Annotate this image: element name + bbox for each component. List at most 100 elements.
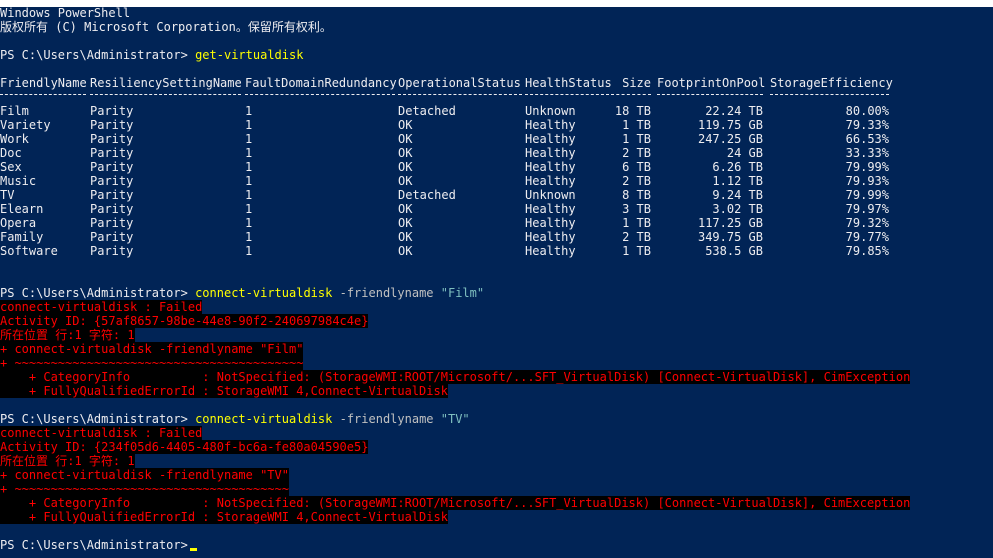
error-line: 所在位置 行:1 字符: 1 <box>0 454 135 468</box>
column-underline <box>611 94 651 96</box>
table-cell: 1 <box>245 132 253 146</box>
powershell-window[interactable]: Windows PowerShell 版权所有 (C) Microsoft Co… <box>0 0 993 558</box>
table-cell: 2 TB <box>622 146 651 160</box>
table-cell: 6 TB <box>622 160 651 174</box>
table-cell: Parity <box>90 174 134 188</box>
column-underline <box>770 94 889 96</box>
column-underline <box>90 94 241 96</box>
table-cell: 6.26 TB <box>712 160 763 174</box>
table-cell: Parity <box>90 118 134 132</box>
table-cell: 1 TB <box>622 244 651 258</box>
table-cell: 1 <box>245 160 253 174</box>
table-cell: OK <box>398 244 413 258</box>
table-cell: 79.99% <box>845 160 889 174</box>
column-header: StorageEfficiency <box>770 76 893 90</box>
error-line: 所在位置 行:1 字符: 1 <box>0 328 135 342</box>
table-cell: Healthy <box>525 146 576 160</box>
table-cell: 18 TB <box>614 104 651 118</box>
banner-title: Windows PowerShell <box>0 6 131 20</box>
error-line: + ~~~~~~~~~~~~~~~~~~~~~~~~~~~~~~~~~~~~~~… <box>0 356 304 370</box>
table-cell: Family <box>0 230 44 244</box>
table-cell: Opera <box>0 216 37 230</box>
table-cell: 349.75 GB <box>697 230 763 244</box>
command-text: connect-virtualdisk <box>195 412 333 426</box>
column-underline <box>398 94 522 96</box>
column-header: FootprintOnPool <box>657 76 766 90</box>
column-header: ResiliencySettingName <box>90 76 242 90</box>
table-cell: Parity <box>90 188 134 202</box>
table-cell: OK <box>398 174 413 188</box>
table-cell: Detached <box>398 104 456 118</box>
table-cell: Healthy <box>525 118 576 132</box>
table-cell: 117.25 GB <box>697 216 763 230</box>
table-cell: OK <box>398 132 413 146</box>
table-cell: Healthy <box>525 132 576 146</box>
table-cell: 1.12 TB <box>712 174 763 188</box>
command-text: connect-virtualdisk <box>195 286 333 300</box>
table-cell: OK <box>398 160 413 174</box>
table-cell: 2 TB <box>622 174 651 188</box>
window-titlebar[interactable] <box>0 0 993 7</box>
table-cell: 1 <box>245 216 253 230</box>
banner-copyright: 版权所有 (C) Microsoft Corporation。保留所有权利。 <box>0 20 332 34</box>
table-cell: 33.33% <box>845 146 889 160</box>
column-underline <box>525 94 609 96</box>
table-cell: 1 <box>245 118 253 132</box>
table-cell: Parity <box>90 160 134 174</box>
table-cell: Work <box>0 132 29 146</box>
command-arg: "Film" <box>440 286 485 300</box>
error-line: + FullyQualifiedErrorId : StorageWMI 4,C… <box>0 384 448 398</box>
prompt: PS C:\Users\Administrator> <box>0 48 188 62</box>
column-header: FaultDomainRedundancy <box>245 76 397 90</box>
table-cell: Elearn <box>0 202 44 216</box>
error-line: Activity ID: {57af8657-98be-44e8-90f2-24… <box>0 314 369 328</box>
table-cell: 9.24 TB <box>712 188 763 202</box>
prompt: PS C:\Users\Administrator> <box>0 412 188 426</box>
table-cell: 1 <box>245 104 253 118</box>
error-line: + connect-virtualdisk -friendlyname "Fil… <box>0 342 304 356</box>
table-cell: 24 GB <box>726 146 763 160</box>
table-cell: Healthy <box>525 174 576 188</box>
table-cell: 538.5 GB <box>705 244 763 258</box>
error-line: + connect-virtualdisk -friendlyname "TV" <box>0 468 289 482</box>
text-cursor[interactable] <box>189 548 197 551</box>
table-cell: 3.02 TB <box>712 202 763 216</box>
table-cell: 1 <box>245 188 253 202</box>
column-header: HealthStatus <box>525 76 612 90</box>
command-line[interactable]: PS C:\Users\Administrator> <box>0 538 197 552</box>
command-line: PS C:\Users\Administrator> connect-virtu… <box>0 286 484 300</box>
table-cell: Detached <box>398 188 456 202</box>
table-cell: OK <box>398 118 413 132</box>
table-cell: 79.85% <box>845 244 889 258</box>
table-cell: 1 TB <box>622 118 651 132</box>
table-cell: 8 TB <box>622 188 651 202</box>
table-cell: Healthy <box>525 160 576 174</box>
table-cell: OK <box>398 202 413 216</box>
table-cell: 79.97% <box>845 202 889 216</box>
table-cell: 80.00% <box>845 104 889 118</box>
table-cell: OK <box>398 146 413 160</box>
command-text: get-virtualdisk <box>195 48 304 62</box>
table-cell: 1 TB <box>622 216 651 230</box>
table-cell: 79.32% <box>845 216 889 230</box>
table-cell: 119.75 GB <box>697 118 763 132</box>
table-cell: Healthy <box>525 230 576 244</box>
column-underline <box>0 94 86 96</box>
error-line: + CategoryInfo : NotSpecified: (StorageW… <box>0 370 911 384</box>
table-cell: Parity <box>90 104 134 118</box>
table-cell: 22.24 TB <box>705 104 763 118</box>
column-underline <box>245 94 395 96</box>
table-cell: Parity <box>90 146 134 160</box>
table-cell: 79.93% <box>845 174 889 188</box>
column-header: Size <box>622 76 651 90</box>
table-cell: 247.25 GB <box>697 132 763 146</box>
error-line: Activity ID: {234f05d6-4405-480f-bc6a-fe… <box>0 440 369 454</box>
column-underline <box>657 94 763 96</box>
column-header: OperationalStatus <box>398 76 521 90</box>
error-line: + FullyQualifiedErrorId : StorageWMI 4,C… <box>0 510 448 524</box>
table-cell: Sex <box>0 160 22 174</box>
table-cell: 1 <box>245 244 253 258</box>
table-cell: Unknown <box>525 104 576 118</box>
prompt: PS C:\Users\Administrator> <box>0 538 188 552</box>
error-line: connect-virtualdisk : Failed <box>0 300 203 314</box>
